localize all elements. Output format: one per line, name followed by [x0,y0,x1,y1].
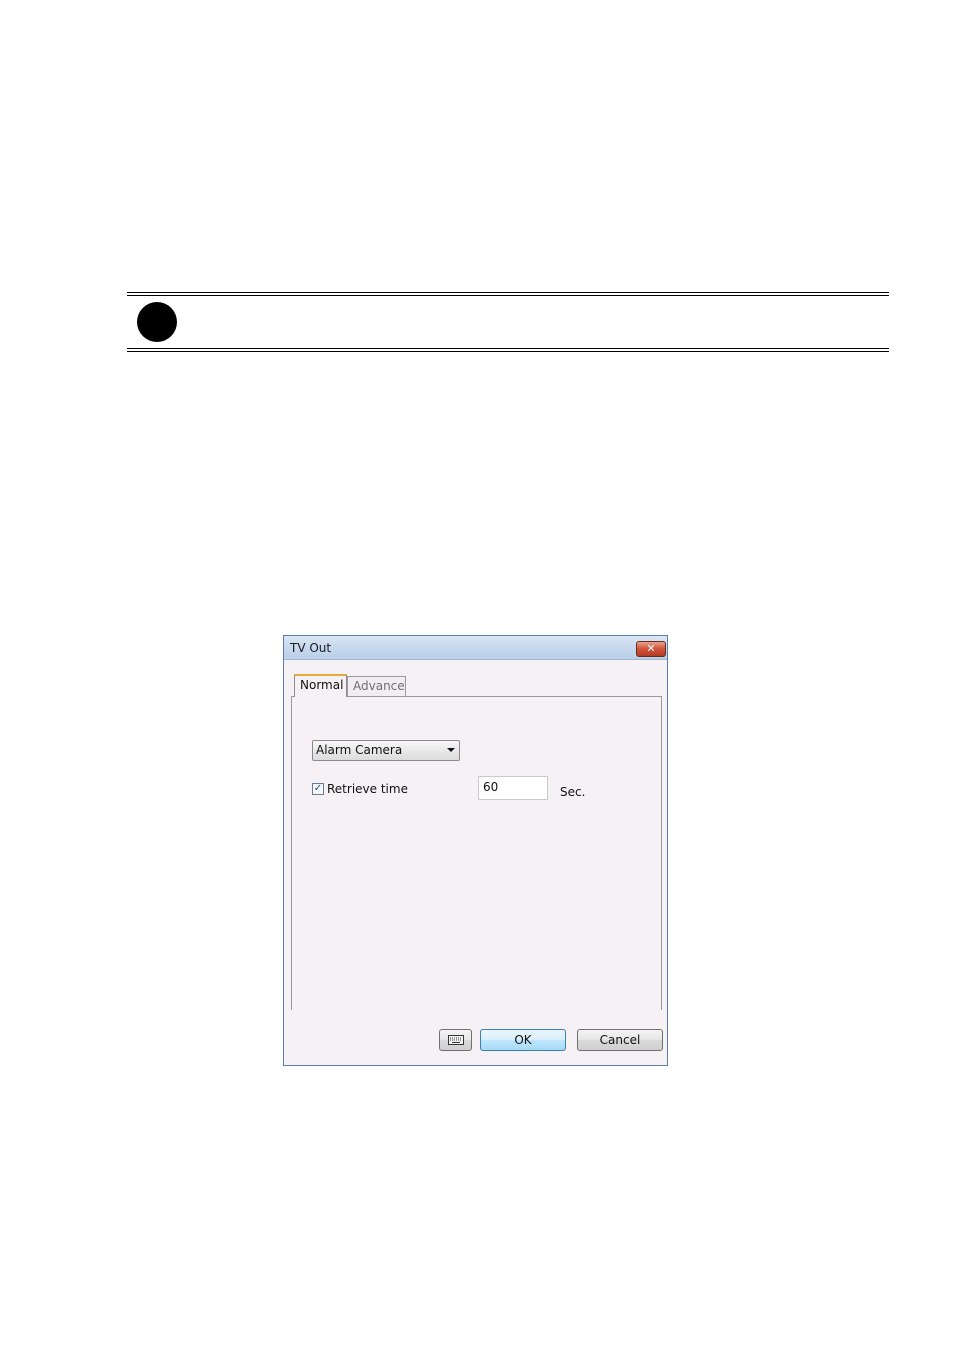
ok-button[interactable]: OK [480,1029,566,1051]
title-bar[interactable]: TV Out ✕ [284,636,667,660]
note-rule-top [127,292,889,293]
tab-normal[interactable]: Normal [294,674,347,697]
check-icon: ✓ [313,783,323,794]
note-rule-top-inner [127,295,889,296]
tab-advance[interactable]: Advance [347,676,406,697]
tv-out-dialog: TV Out ✕ Normal Advance Alarm Camera ✓ R… [283,635,668,1066]
dialog-title: TV Out [290,641,332,655]
keyboard-button[interactable] [439,1029,472,1051]
retrieve-time-label: Retrieve time [327,782,408,796]
cancel-button[interactable]: Cancel [577,1029,663,1051]
note-rule-bottom-inner [127,348,889,349]
camera-select[interactable]: Alarm Camera [312,740,460,761]
note-rule-bottom [127,351,889,352]
close-icon: ✕ [646,642,656,655]
retrieve-time-unit: Sec. [560,785,586,799]
retrieve-time-input[interactable]: 60 [478,776,548,800]
close-button[interactable]: ✕ [636,641,666,657]
note-bullet-icon [137,302,177,342]
chevron-down-icon [447,748,455,752]
camera-select-value: Alarm Camera [316,743,403,757]
keyboard-icon [448,1035,464,1045]
retrieve-time-checkbox[interactable]: ✓ [312,783,324,795]
